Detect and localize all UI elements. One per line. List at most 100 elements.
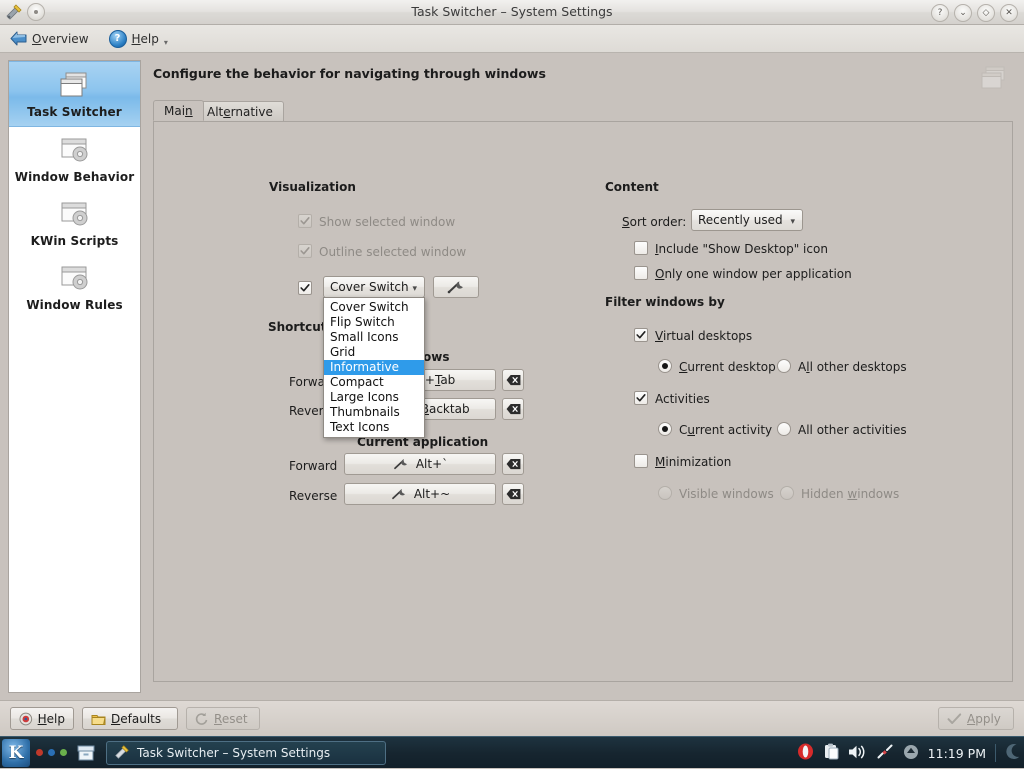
- help-menu-button[interactable]: ? Help ▾: [105, 28, 172, 50]
- activities-checkbox[interactable]: [634, 391, 648, 405]
- wrench-icon: [391, 489, 405, 500]
- configure-effect-button[interactable]: [433, 276, 479, 298]
- pager-dot-2[interactable]: [48, 749, 55, 756]
- help-circle-icon: ?: [108, 29, 127, 48]
- desktop-screen: Task Switcher – System Settings ? ⌄ ◇ ✕ …: [0, 0, 1024, 768]
- sidebar-item-window-rules[interactable]: Window Rules: [9, 255, 140, 319]
- effect-enabled-checkbox[interactable]: [298, 281, 312, 295]
- virtual-desktops-checkbox[interactable]: [634, 328, 648, 342]
- close-button[interactable]: ✕: [1000, 4, 1018, 22]
- task-switcher-icon: [57, 70, 93, 102]
- visible-windows-label: Visible windows: [679, 487, 774, 501]
- titlebar-window-controls: ? ⌄ ◇ ✕: [931, 4, 1018, 22]
- effect-option-cover-switch[interactable]: Cover Switch: [324, 300, 424, 315]
- overview-button[interactable]: Overview: [6, 29, 93, 48]
- window-title: Task Switcher – System Settings: [411, 4, 613, 19]
- tab-main[interactable]: Main: [153, 100, 204, 121]
- overview-label: Overview: [32, 31, 89, 46]
- check-icon: [636, 394, 646, 402]
- sort-order-value: Recently used: [698, 213, 783, 227]
- main-toolbar: Overview ? Help ▾: [0, 25, 1024, 53]
- sort-order-combobox[interactable]: Recently used ▾: [691, 209, 803, 231]
- volume-icon[interactable]: [848, 744, 867, 763]
- tray-separator: [995, 744, 996, 762]
- all-windows-reverse-clear-button[interactable]: [502, 398, 524, 420]
- minimize-button[interactable]: ⌄: [954, 4, 972, 22]
- outline-selected-window-checkbox: [298, 244, 312, 258]
- pager-dot-1[interactable]: [36, 749, 43, 756]
- sidebar-item-kwin-scripts[interactable]: KWin Scripts: [9, 191, 140, 255]
- opera-icon[interactable]: [797, 743, 814, 763]
- help-button-bottom[interactable]: Help: [10, 707, 74, 730]
- current-desktop-radio[interactable]: [658, 359, 672, 373]
- network-icon[interactable]: [876, 743, 894, 763]
- tab-alternative[interactable]: Alternative: [196, 101, 284, 121]
- system-tray: 11:19 PM: [797, 737, 1021, 769]
- maximize-button[interactable]: ◇: [977, 4, 995, 22]
- current-app-reverse-label: Reverse: [289, 489, 338, 503]
- desktop-pager[interactable]: [36, 749, 67, 756]
- sidebar-item-label: Window Behavior: [14, 170, 135, 184]
- sidebar-item-label: KWin Scripts: [30, 234, 119, 248]
- sidebar-item-task-switcher[interactable]: Task Switcher: [9, 61, 140, 127]
- reset-button-label: Reset: [214, 711, 248, 726]
- module-sidebar[interactable]: Task Switcher Window Behavior KWin Scrip…: [8, 60, 141, 693]
- taskbar-task-label: Task Switcher – System Settings: [137, 746, 331, 760]
- current-app-forward-label: Forward: [289, 459, 338, 473]
- window-body: Task Switcher Window Behavior KWin Scrip…: [0, 53, 1024, 700]
- taskbar-task-entry[interactable]: Task Switcher – System Settings: [106, 741, 386, 765]
- all-other-activities-label: All other activities: [798, 423, 907, 437]
- show-selected-window-label: Show selected window: [319, 215, 456, 229]
- effect-combobox-popup[interactable]: Cover Switch Flip Switch Small Icons Gri…: [323, 297, 425, 438]
- current-activity-radio[interactable]: [658, 422, 672, 436]
- effect-option-small-icons[interactable]: Small Icons: [324, 330, 424, 345]
- effect-option-thumbnails[interactable]: Thumbnails: [324, 405, 424, 420]
- virtual-desktops-label: Virtual desktops: [655, 329, 753, 343]
- clear-shortcut-icon: [506, 403, 520, 415]
- kde-menu-launcher[interactable]: K: [2, 739, 30, 767]
- effect-option-grid[interactable]: Grid: [324, 345, 424, 360]
- tab-bar: Main Alternative: [153, 100, 1013, 122]
- visualization-group-label: Visualization: [269, 180, 356, 194]
- effect-option-informative[interactable]: Informative: [324, 360, 424, 375]
- current-app-forward-shortcut-button[interactable]: Alt+`: [344, 453, 496, 475]
- only-one-window-checkbox[interactable]: [634, 266, 648, 280]
- help-label: Help: [131, 31, 159, 46]
- window-behavior-icon: [57, 135, 93, 167]
- effect-option-compact[interactable]: Compact: [324, 375, 424, 390]
- sidebar-item-label: Window Rules: [26, 298, 123, 312]
- updates-icon[interactable]: [903, 744, 919, 763]
- sort-order-label: Sort order:: [622, 215, 687, 229]
- all-other-desktops-radio[interactable]: [777, 359, 791, 373]
- wrench-icon: [393, 459, 407, 470]
- include-show-desktop-checkbox[interactable]: [634, 241, 648, 255]
- minimization-checkbox[interactable]: [634, 454, 648, 468]
- all-other-activities-radio[interactable]: [777, 422, 791, 436]
- moon-icon[interactable]: [1005, 743, 1021, 763]
- effect-option-flip-switch[interactable]: Flip Switch: [324, 315, 424, 330]
- sidebar-item-label: Task Switcher: [27, 105, 122, 119]
- current-app-forward-clear-button[interactable]: [502, 453, 524, 475]
- sidebar-item-window-behavior[interactable]: Window Behavior: [9, 127, 140, 191]
- defaults-button[interactable]: Defaults: [82, 707, 178, 730]
- help-button[interactable]: ?: [931, 4, 949, 22]
- archive-icon[interactable]: [76, 743, 96, 763]
- wrench-icon: [447, 281, 463, 294]
- check-icon: [636, 331, 646, 339]
- back-arrow-icon: [10, 31, 27, 46]
- check-icon: [300, 217, 310, 225]
- pager-dot-3[interactable]: [60, 749, 67, 756]
- sort-order-label-rest: ort order:: [629, 215, 687, 229]
- taskbar-clock[interactable]: 11:19 PM: [928, 746, 986, 761]
- effect-option-large-icons[interactable]: Large Icons: [324, 390, 424, 405]
- tools-icon: [114, 744, 130, 763]
- visible-windows-radio: [658, 486, 672, 500]
- clear-shortcut-icon: [506, 458, 520, 470]
- all-windows-forward-clear-button[interactable]: [502, 369, 524, 391]
- effect-option-text-icons[interactable]: Text Icons: [324, 420, 424, 435]
- effect-combobox[interactable]: Cover Switch ▾: [323, 276, 425, 298]
- desktop-taskbar: K Task Switcher – System Settings 11:19 …: [0, 736, 1024, 768]
- clipboard-icon[interactable]: [823, 743, 839, 763]
- current-app-reverse-shortcut-button[interactable]: Alt+~: [344, 483, 496, 505]
- current-app-reverse-clear-button[interactable]: [502, 483, 524, 505]
